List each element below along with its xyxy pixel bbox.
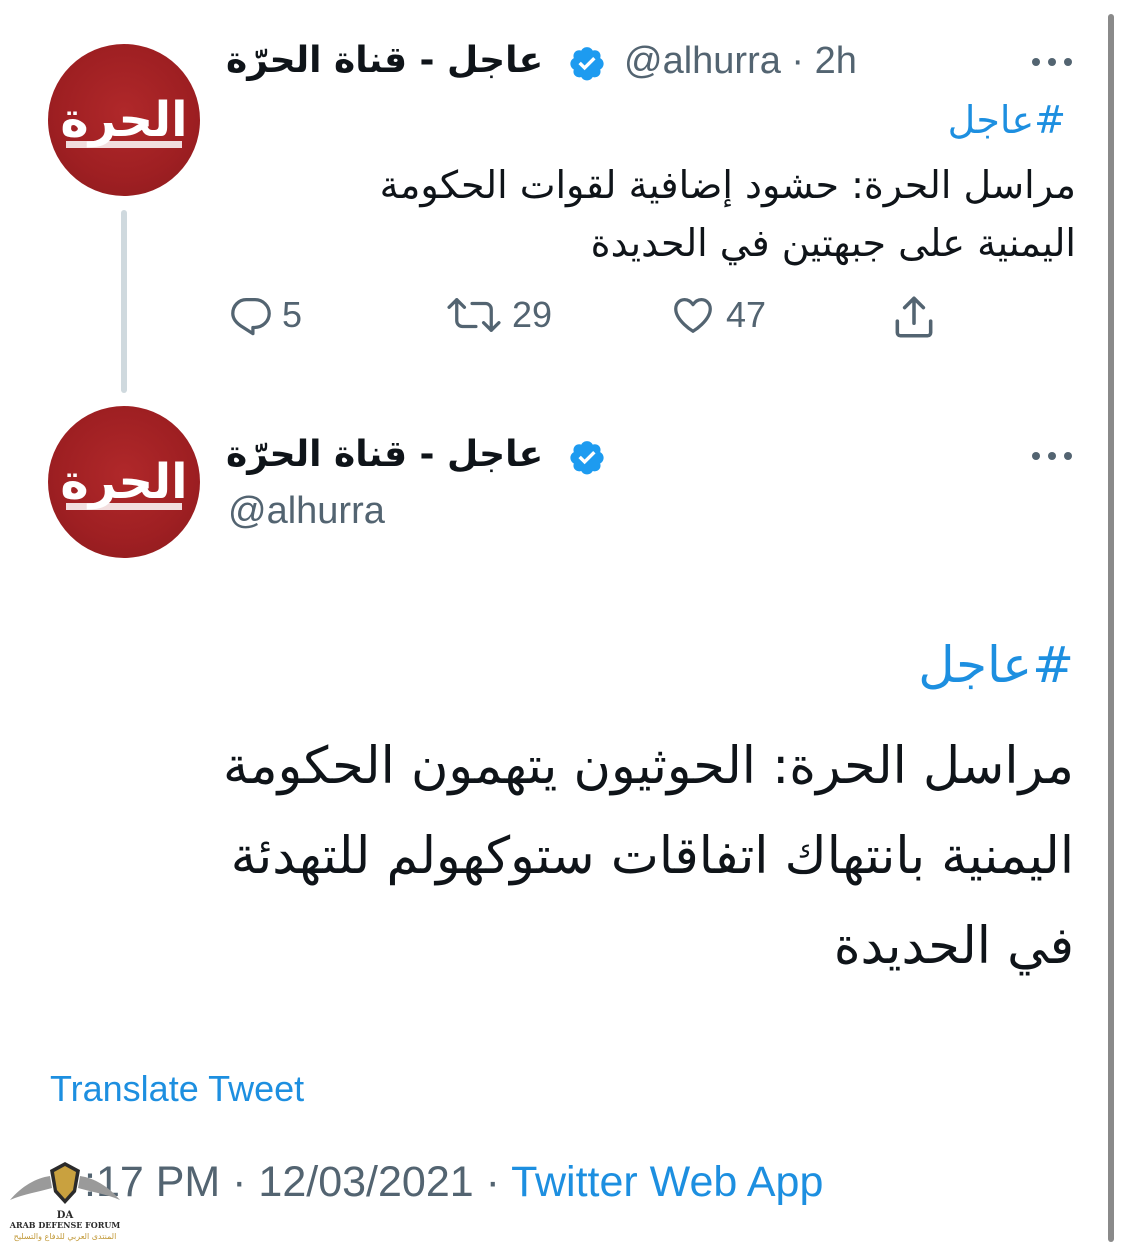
handle-and-time[interactable]: @alhurra · 2h bbox=[624, 40, 857, 83]
tweet-body-line: في الحديدة bbox=[833, 917, 1074, 976]
tweet-body-line: اليمنية بانتهاك اتفاقات ستوكهولم للتهدئة bbox=[230, 827, 1074, 886]
more-options-icon[interactable] bbox=[1030, 55, 1074, 69]
forum-name: ARAB DEFENSE FORUM bbox=[9, 1220, 121, 1230]
tweet-meta: :17 PM · 12/03/2021 · Twitter Web App bbox=[84, 1158, 823, 1207]
display-name[interactable]: عاجل - قناة الحرّة bbox=[226, 434, 543, 475]
avatar-logo-text: الحرة bbox=[60, 454, 187, 510]
handle[interactable]: @alhurra bbox=[228, 490, 385, 533]
forum-tagline: المنتدى العربي للدفاع والتسليح bbox=[13, 1232, 117, 1241]
reply-icon bbox=[231, 298, 271, 336]
tweet-body-line: مراسل الحرة: حشود إضافية لقوات الحكومة bbox=[379, 163, 1076, 207]
like-button[interactable]: 47 bbox=[668, 290, 766, 340]
retweet-button[interactable]: 29 bbox=[444, 290, 552, 340]
forum-eagle-logo: DA bbox=[10, 1162, 120, 1221]
retweet-count: 29 bbox=[512, 294, 553, 335]
verified-badge-icon bbox=[570, 441, 604, 475]
like-heart-icon bbox=[674, 298, 712, 333]
alhurra-logo: الحرة bbox=[60, 454, 188, 510]
verified-badge-icon bbox=[570, 47, 604, 81]
tweet-body: مراسل الحرة: الحوثيون يتهمون الحكومة الي… bbox=[74, 722, 1074, 992]
alhurra-logo: الحرة bbox=[60, 92, 188, 148]
timestamp[interactable]: :17 PM · 12/03/2021 · bbox=[84, 1158, 511, 1206]
tweet-body: مراسل الحرة: حشود إضافية لقوات الحكومة ا… bbox=[276, 156, 1076, 272]
forum-monogram: DA bbox=[57, 1210, 74, 1220]
like-count: 47 bbox=[726, 294, 767, 335]
source-app-link[interactable]: Twitter Web App bbox=[511, 1158, 823, 1206]
reply-count: 5 bbox=[282, 294, 303, 335]
account-avatar[interactable]: الحرة bbox=[48, 406, 200, 558]
tweet-body-line: اليمنية على جبهتين في الحديدة bbox=[590, 221, 1076, 265]
translate-tweet-link[interactable]: Translate Tweet bbox=[50, 1068, 304, 1110]
display-name[interactable]: عاجل - قناة الحرّة bbox=[226, 40, 543, 81]
hashtag-link[interactable]: #عاجل bbox=[918, 636, 1074, 694]
arab-defense-forum-watermark: DA ARAB DEFENSE FORUM المنتدى العربي للد… bbox=[6, 1156, 124, 1246]
retweet-icon bbox=[447, 298, 501, 332]
share-icon bbox=[895, 296, 933, 338]
tweet-body-line: مراسل الحرة: الحوثيون يتهمون الحكومة bbox=[222, 737, 1074, 796]
avatar-logo-text: الحرة bbox=[60, 92, 187, 148]
hashtag-link[interactable]: #عاجل bbox=[948, 98, 1066, 142]
thread-connector-line bbox=[121, 210, 127, 393]
share-button[interactable] bbox=[888, 292, 940, 342]
reply-button[interactable]: 5 bbox=[228, 290, 302, 340]
tweet-thread-screen: الحرة عاجل - قناة الحرّة @alhurra · 2h #… bbox=[0, 0, 1124, 1247]
more-options-icon[interactable] bbox=[1030, 449, 1074, 463]
scrollbar-thumb[interactable] bbox=[1108, 14, 1114, 1242]
account-avatar[interactable]: الحرة bbox=[48, 44, 200, 196]
